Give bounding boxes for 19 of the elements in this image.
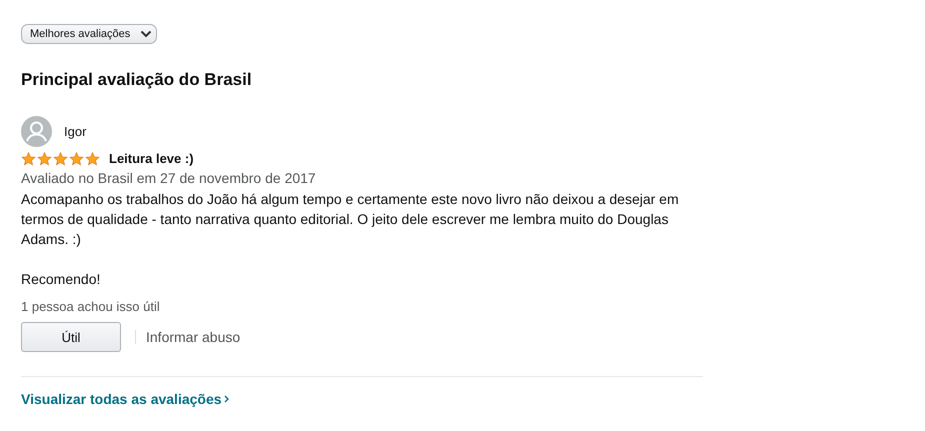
helpful-count: 1 pessoa achou isso útil xyxy=(21,299,161,314)
review-text: Acomapanho os trabalhos do João há algum tempo e certamente este novo livro não deixou a desejar em termos de qualidade - tanto narrativa quanto editorial. O jeito dele escrever me lembra muito do Douglas Adams. :) xyxy=(21,190,680,249)
review-title: Leitura leve :) xyxy=(109,151,194,166)
see-all-reviews-link[interactable]: Visualizar todas as avaliações xyxy=(21,391,229,407)
avatar-icon xyxy=(21,116,52,147)
section-heading: Principal avaliação do Brasil xyxy=(21,70,253,90)
helpful-button[interactable]: Útil xyxy=(21,322,121,352)
star-icon xyxy=(21,152,36,166)
chevron-down-icon xyxy=(140,30,152,38)
star-icon xyxy=(85,152,100,166)
review-text: Recomendo! xyxy=(21,270,102,289)
reviewer-name: Igor xyxy=(64,124,86,139)
star-icon xyxy=(53,152,68,166)
sort-dropdown[interactable]: Melhores avaliações xyxy=(21,24,158,44)
review-date: Avaliado no Brasil em 27 de novembro de 2017 xyxy=(21,170,317,186)
chevron-right-icon xyxy=(224,395,229,403)
star-icon xyxy=(69,152,84,166)
report-abuse-link[interactable]: Informar abuso xyxy=(146,329,240,345)
star-icon xyxy=(37,152,52,166)
